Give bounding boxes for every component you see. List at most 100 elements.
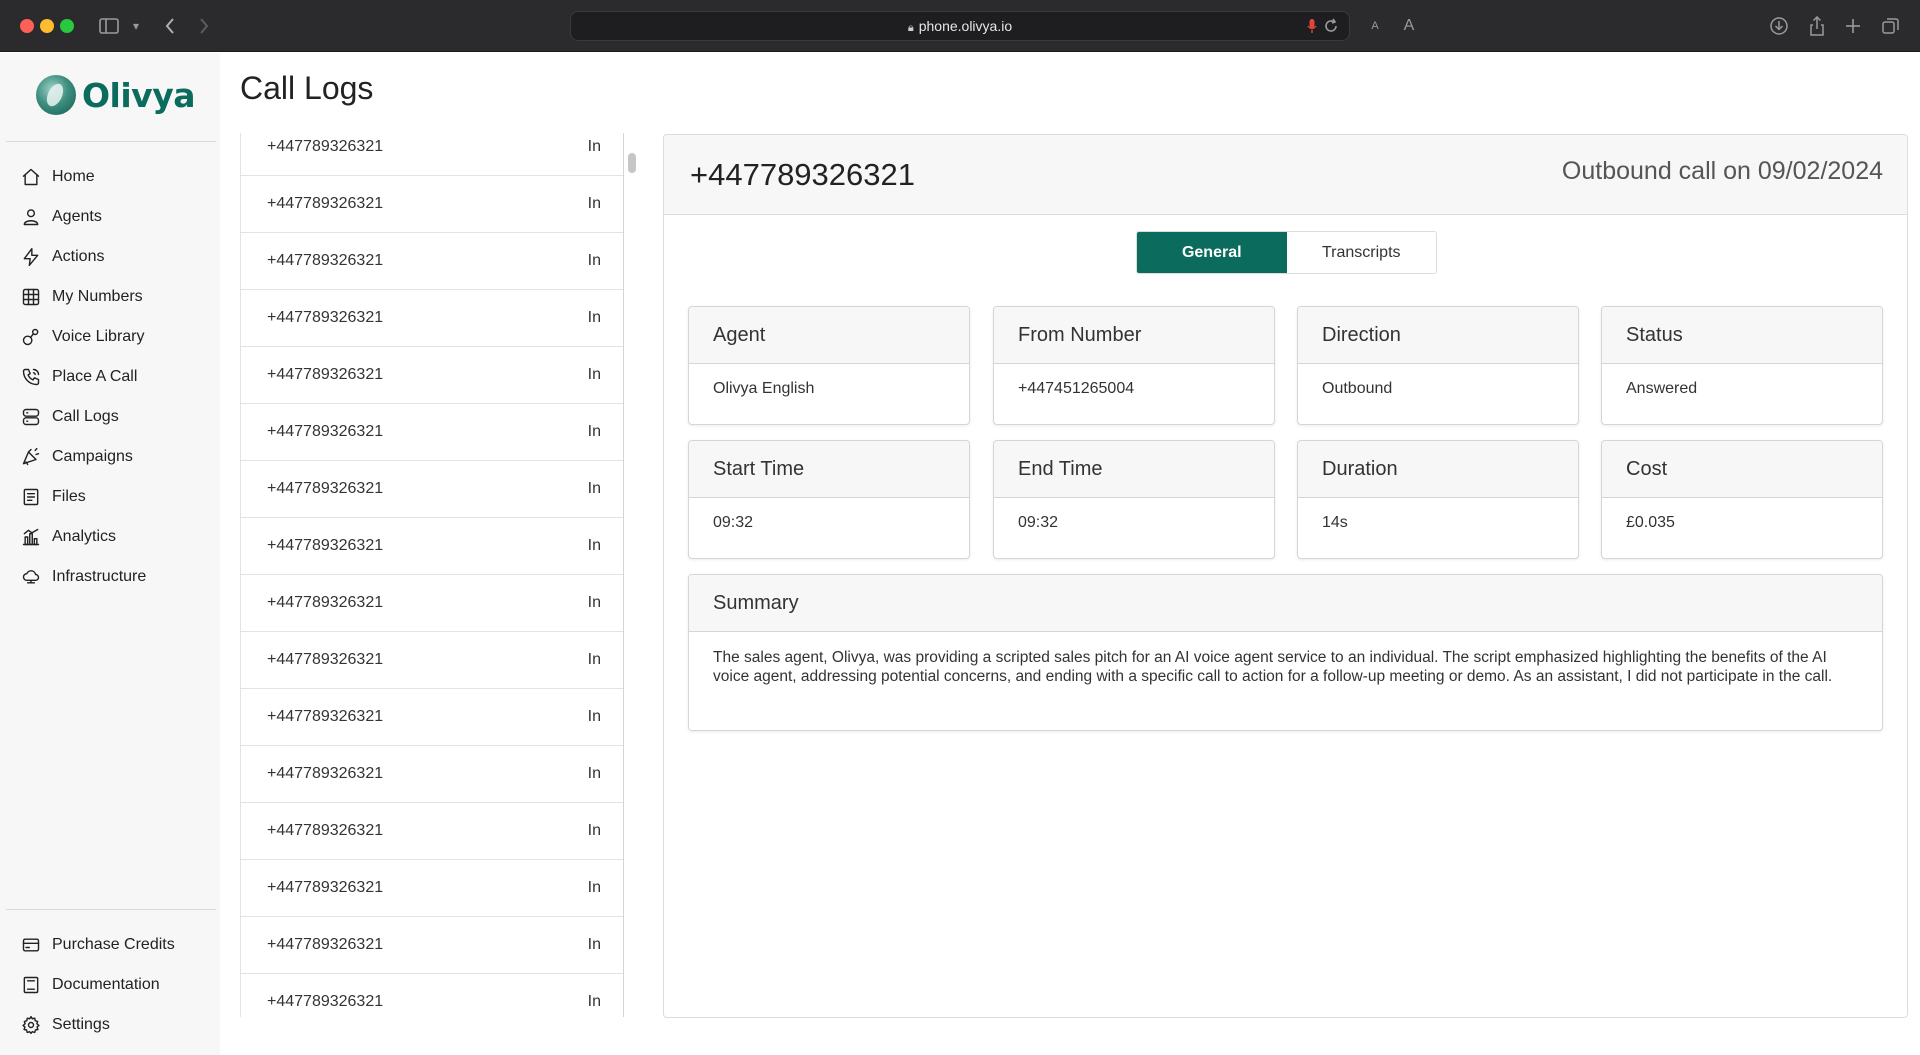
tab-overview-icon[interactable] — [1880, 14, 1902, 38]
call-log-row[interactable]: +447789326321 In — [241, 860, 623, 917]
megaphone-icon — [20, 446, 42, 468]
call-log-row[interactable]: +447789326321 In — [241, 347, 623, 404]
call-log-row[interactable]: +447789326321 In — [241, 689, 623, 746]
sidebar-item-label: Files — [52, 488, 86, 505]
call-log-scrollbar[interactable] — [625, 133, 639, 1017]
call-detail-meta: Outbound call on 09/02/2024 — [1561, 157, 1883, 185]
call-log-number: +447789326321 — [267, 993, 384, 1010]
call-log-direction: In — [587, 822, 601, 839]
call-log-row[interactable]: +447789326321 In — [241, 518, 623, 575]
sidebar-toggle-icon[interactable] — [96, 14, 122, 38]
page-title: Call Logs — [240, 70, 374, 106]
close-window-button[interactable] — [20, 19, 34, 33]
credit-card-icon — [20, 934, 42, 956]
address-bar[interactable]: 🔒︎ phone.olivya.io — [570, 11, 1350, 41]
call-log-row[interactable]: +447789326321 In — [241, 290, 623, 347]
sidebar: Olivya Home Agents Actions My Numbers Vo… — [0, 53, 220, 1055]
call-log-direction: In — [587, 366, 601, 383]
summary-text: The sales agent, Olivya, was providing a… — [713, 649, 1833, 685]
reload-icon[interactable] — [1323, 18, 1339, 39]
call-log-list[interactable]: +447789326321 In +447789326321 In +4477893… — [240, 133, 624, 1017]
call-log-direction: In — [587, 423, 601, 440]
sidebar-item-label: Call Logs — [52, 408, 119, 425]
card-value: 14s — [1322, 514, 1348, 531]
sidebar-item-analytics[interactable]: Analytics — [0, 517, 220, 557]
status-card: Status Answered — [1601, 306, 1883, 425]
card-label: Agent — [689, 307, 969, 364]
minimize-window-button[interactable] — [40, 19, 54, 33]
card-label: Duration — [1298, 441, 1578, 498]
call-log-number: +447789326321 — [267, 423, 384, 440]
call-log-direction: In — [587, 252, 601, 269]
call-log-number: +447789326321 — [267, 936, 384, 953]
sidebar-item-label: Home — [52, 168, 95, 185]
call-log-row[interactable]: +447789326321 In — [241, 404, 623, 461]
microphone-icon[interactable] — [1307, 18, 1317, 39]
text-smaller-icon[interactable]: A — [1368, 14, 1382, 38]
card-value: +447451265004 — [1018, 380, 1135, 397]
summary-card: Summary The sales agent, Olivya, was pro… — [688, 574, 1883, 731]
sidebar-item-home[interactable]: Home — [0, 157, 220, 197]
sidebar-item-label: Settings — [52, 1016, 110, 1033]
start-time-card: Start Time 09:32 — [688, 440, 970, 559]
sidebar-item-settings[interactable]: Settings — [0, 1005, 220, 1045]
sidebar-item-call-logs[interactable]: Call Logs — [0, 397, 220, 437]
call-log-row[interactable]: +447789326321 In — [241, 233, 623, 290]
call-detail-number: +447789326321 — [690, 157, 915, 192]
zoom-window-button[interactable] — [60, 19, 74, 33]
sidebar-item-label: Purchase Credits — [52, 936, 175, 953]
call-log-row[interactable]: +447789326321 In — [241, 917, 623, 974]
cost-card: Cost £0.035 — [1601, 440, 1883, 559]
sidebar-item-label: Infrastructure — [52, 568, 147, 585]
sidebar-divider — [6, 909, 216, 910]
home-icon — [20, 166, 42, 188]
chevron-down-icon[interactable]: ▾ — [128, 14, 144, 38]
card-value: Outbound — [1322, 380, 1393, 397]
olivya-logo-icon — [36, 75, 76, 115]
call-log-number: +447789326321 — [267, 537, 384, 554]
call-detail-panel: +447789326321 Outbound call on 09/02/202… — [663, 134, 1908, 1018]
sidebar-item-voice-library[interactable]: Voice Library — [0, 317, 220, 357]
back-icon[interactable] — [160, 14, 180, 38]
call-log-row[interactable]: +447789326321 In — [241, 974, 623, 1017]
text-larger-icon[interactable]: A — [1400, 14, 1418, 38]
sidebar-item-files[interactable]: Files — [0, 477, 220, 517]
sidebar-item-documentation[interactable]: Documentation — [0, 965, 220, 1005]
call-log-direction: In — [587, 594, 601, 611]
call-log-row[interactable]: +447789326321 In — [241, 133, 623, 176]
share-icon[interactable] — [1806, 14, 1828, 38]
call-log-row[interactable]: +447789326321 In — [241, 575, 623, 632]
call-log-row[interactable]: +447789326321 In — [241, 176, 623, 233]
tab-transcripts[interactable]: Transcripts — [1286, 232, 1436, 273]
sidebar-item-label: Documentation — [52, 976, 160, 993]
voice-library-icon — [20, 326, 42, 348]
call-log-row[interactable]: +447789326321 In — [241, 803, 623, 860]
call-log-number: +447789326321 — [267, 366, 384, 383]
download-icon[interactable] — [1768, 14, 1790, 38]
call-log-row[interactable]: +447789326321 In — [241, 632, 623, 689]
call-log-row[interactable]: +447789326321 In — [241, 461, 623, 518]
sidebar-item-my-numbers[interactable]: My Numbers — [0, 277, 220, 317]
forward-icon[interactable] — [194, 14, 214, 38]
sidebar-item-campaigns[interactable]: Campaigns — [0, 437, 220, 477]
lightning-icon — [20, 246, 42, 268]
new-tab-icon[interactable] — [1842, 14, 1864, 38]
call-log-direction: In — [587, 195, 601, 212]
user-icon — [20, 206, 42, 228]
sidebar-item-place-a-call[interactable]: Place A Call — [0, 357, 220, 397]
sidebar-item-label: Analytics — [52, 528, 117, 545]
direction-card: Direction Outbound — [1297, 306, 1579, 425]
sidebar-item-infrastructure[interactable]: Infrastructure — [0, 557, 220, 597]
call-log-direction: In — [587, 993, 601, 1010]
analytics-icon — [20, 526, 42, 548]
sidebar-item-label: Actions — [52, 248, 105, 265]
scrollbar-thumb[interactable] — [628, 153, 636, 173]
url-text: phone.olivya.io — [918, 18, 1013, 34]
tab-general[interactable]: General — [1137, 232, 1287, 273]
sidebar-item-agents[interactable]: Agents — [0, 197, 220, 237]
sidebar-item-purchase-credits[interactable]: Purchase Credits — [0, 925, 220, 965]
olivya-logo[interactable]: Olivya — [36, 71, 195, 119]
sidebar-item-actions[interactable]: Actions — [0, 237, 220, 277]
call-log-row[interactable]: +447789326321 In — [241, 746, 623, 803]
card-label: From Number — [994, 307, 1274, 364]
